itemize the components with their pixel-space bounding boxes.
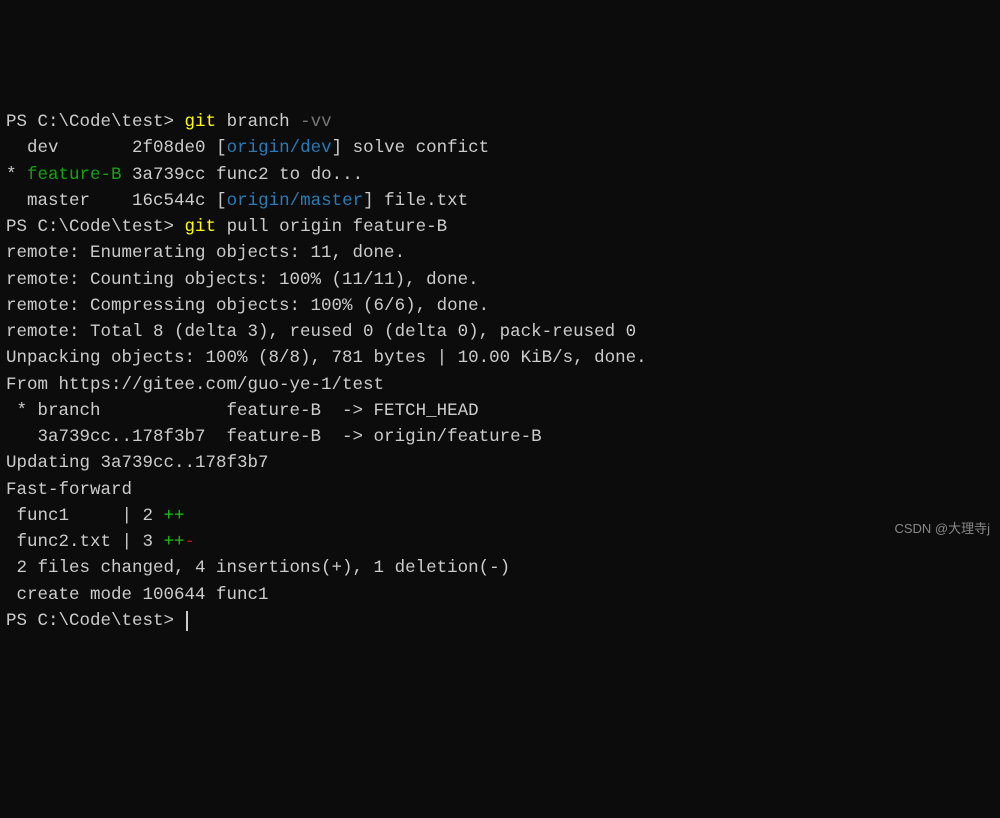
remote-total: remote: Total 8 (delta 3), reused 0 (del… bbox=[6, 319, 994, 345]
git-cmd: git bbox=[185, 112, 217, 132]
minus-icon: - bbox=[185, 532, 196, 552]
prompt: PS C:\Code\test> bbox=[6, 611, 174, 631]
prompt: PS C:\Code\test> bbox=[6, 112, 174, 132]
git-cmd: git bbox=[185, 217, 217, 237]
current-branch: feature-B bbox=[27, 165, 122, 185]
plus-icon: ++ bbox=[164, 506, 185, 526]
commit-msg: func2 to do... bbox=[206, 165, 364, 185]
cursor-icon bbox=[186, 611, 188, 631]
cmd-line-1: PS C:\Code\test> git branch -vv bbox=[6, 109, 994, 135]
branch-name: master bbox=[27, 191, 90, 211]
git-flag: -vv bbox=[300, 112, 332, 132]
remote-enum: remote: Enumerating objects: 11, done. bbox=[6, 240, 994, 266]
remote-count: remote: Counting objects: 100% (11/11), … bbox=[6, 267, 994, 293]
cmd-line-3: PS C:\Code\test> bbox=[6, 608, 994, 634]
summary-line: 2 files changed, 4 insertions(+), 1 dele… bbox=[6, 555, 994, 581]
fast-forward: Fast-forward bbox=[6, 477, 994, 503]
terminal-output[interactable]: PS C:\Code\test> git branch -vv dev 2f08… bbox=[6, 109, 994, 634]
branch-name: dev bbox=[27, 138, 59, 158]
diff-file: func2.txt | 3 bbox=[6, 532, 164, 552]
branch-dev-line: dev 2f08de0 [origin/dev] solve confict bbox=[6, 135, 994, 161]
updating-line: Updating 3a739cc..178f3b7 bbox=[6, 450, 994, 476]
create-mode: create mode 100644 func1 bbox=[6, 582, 994, 608]
git-args: branch bbox=[227, 112, 290, 132]
watermark-text: CSDN @大理寺j bbox=[894, 519, 990, 539]
plus-icon: ++ bbox=[164, 532, 185, 552]
from-line: From https://gitee.com/guo-ye-1/test bbox=[6, 372, 994, 398]
commit-hash: 3a739cc bbox=[132, 165, 206, 185]
commit-msg: solve confict bbox=[342, 138, 489, 158]
diff-line-1: func1 | 2 ++ bbox=[6, 503, 994, 529]
cmd-line-2: PS C:\Code\test> git pull origin feature… bbox=[6, 214, 994, 240]
fetch-line-1: * branch feature-B -> FETCH_HEAD bbox=[6, 398, 994, 424]
diff-file: func1 | 2 bbox=[6, 506, 164, 526]
commit-msg: file.txt bbox=[374, 191, 469, 211]
diff-line-2: func2.txt | 3 ++- bbox=[6, 529, 994, 555]
unpack-line: Unpacking objects: 100% (8/8), 781 bytes… bbox=[6, 345, 994, 371]
upstream-ref: origin/dev bbox=[227, 138, 332, 158]
branch-master-line: master 16c544c [origin/master] file.txt bbox=[6, 188, 994, 214]
prompt: PS C:\Code\test> bbox=[6, 217, 174, 237]
commit-hash: 2f08de0 bbox=[132, 138, 206, 158]
remote-compress: remote: Compressing objects: 100% (6/6),… bbox=[6, 293, 994, 319]
git-args: pull origin feature-B bbox=[216, 217, 447, 237]
upstream-ref: origin/master bbox=[227, 191, 364, 211]
commit-hash: 16c544c bbox=[132, 191, 206, 211]
branch-feature-line: * feature-B 3a739cc func2 to do... bbox=[6, 162, 994, 188]
fetch-line-2: 3a739cc..178f3b7 feature-B -> origin/fea… bbox=[6, 424, 994, 450]
